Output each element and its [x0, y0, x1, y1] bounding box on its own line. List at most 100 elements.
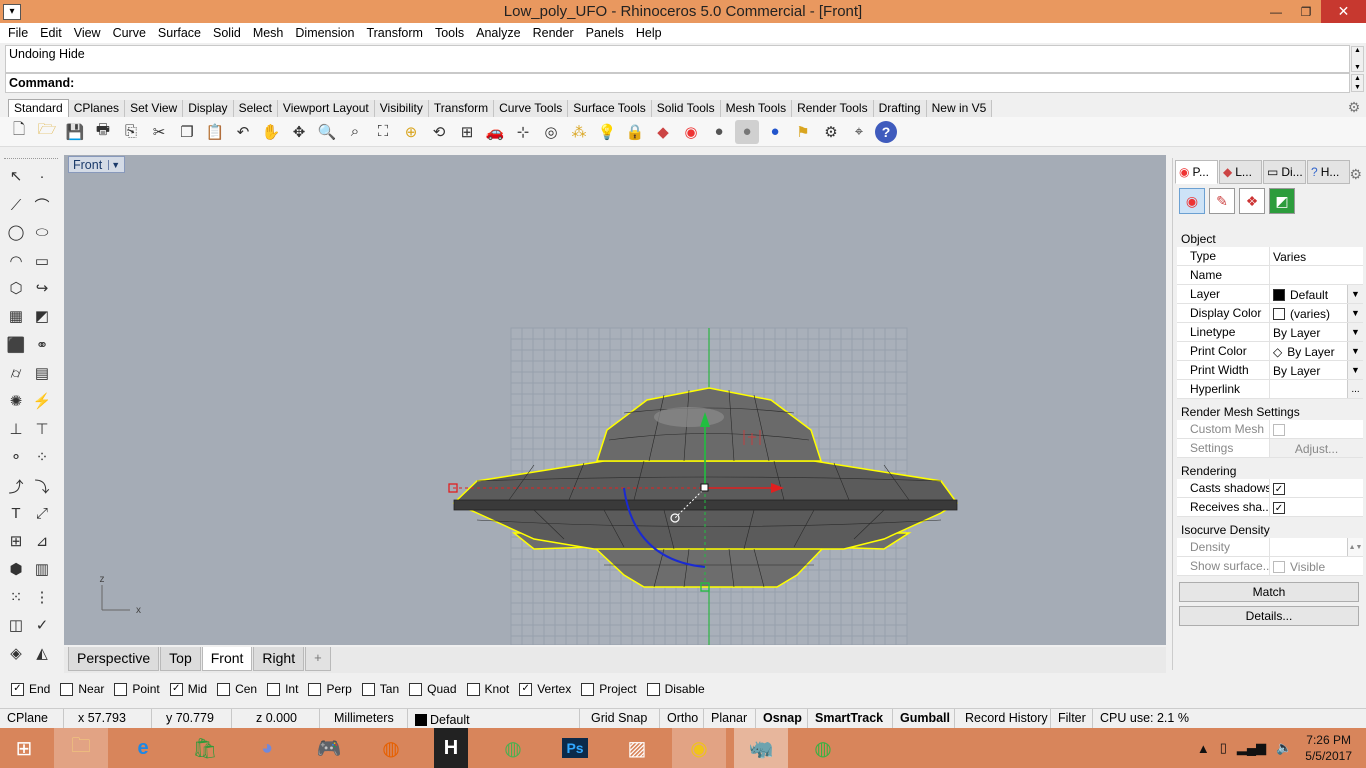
- status-grid-snap[interactable]: Grid Snap: [580, 709, 660, 728]
- zoom-extents-icon[interactable]: ⛶: [371, 120, 395, 144]
- tab-front[interactable]: Front: [201, 647, 253, 671]
- osnap-project-checkbox[interactable]: [581, 682, 595, 696]
- show-hidden-icons-icon[interactable]: ▲: [1197, 741, 1210, 756]
- copy-icon[interactable]: ❐: [175, 120, 199, 144]
- chart-app-icon[interactable]: ▨: [610, 728, 664, 768]
- viewport-menu-chevron-icon[interactable]: ▼: [108, 159, 120, 170]
- add-viewport-tab-button[interactable]: +: [305, 647, 331, 671]
- tab-transform[interactable]: Transform: [428, 100, 495, 117]
- status-units[interactable]: Millimeters: [320, 709, 408, 728]
- tab-display-panel[interactable]: ▭ Di...: [1263, 160, 1306, 184]
- twist-icon[interactable]: ⤵: [30, 474, 54, 498]
- light-bulb-icon[interactable]: 💡: [595, 120, 619, 144]
- minimize-button[interactable]: —: [1261, 0, 1291, 23]
- osnap-disable[interactable]: Disable: [646, 682, 705, 696]
- spinner-arrows-icon[interactable]: ▲▼: [1347, 538, 1363, 556]
- rhino-app-icon[interactable]: ▾: [3, 3, 21, 20]
- tab-perspective[interactable]: Perspective: [68, 647, 160, 671]
- dimension-icon[interactable]: ⤢: [30, 501, 54, 525]
- render-icon[interactable]: ◈: [4, 641, 28, 665]
- osnap-knot[interactable]: Knot: [466, 682, 509, 696]
- h-app-icon[interactable]: H: [434, 728, 468, 768]
- arc-icon[interactable]: ◠: [4, 249, 28, 273]
- menu-dimension[interactable]: Dimension: [289, 23, 360, 43]
- receives-shadows-checkbox[interactable]: ✓: [1273, 502, 1285, 514]
- tab-render-tools[interactable]: Render Tools: [792, 100, 874, 117]
- tab-curve-tools[interactable]: Curve Tools: [494, 100, 569, 117]
- help-icon[interactable]: ?: [875, 120, 897, 143]
- chrome-icon[interactable]: ◉: [672, 728, 726, 768]
- polyline-icon[interactable]: ⟋: [4, 193, 28, 217]
- rotate-view-icon[interactable]: ✥: [287, 120, 311, 144]
- osnap-point[interactable]: Point: [114, 682, 160, 696]
- four-viewports-icon[interactable]: ⊞: [455, 120, 479, 144]
- menu-mesh[interactable]: Mesh: [247, 23, 290, 43]
- custom-mesh-checkbox[interactable]: [1273, 424, 1285, 436]
- trim-icon[interactable]: ⊥: [4, 417, 28, 441]
- car-icon[interactable]: 🚗: [483, 120, 507, 144]
- linetype-select[interactable]: By Layer ▼: [1269, 323, 1363, 341]
- osnap-near-checkbox[interactable]: [60, 682, 74, 696]
- render-sphere-icon[interactable]: ●: [707, 120, 731, 144]
- tab-top[interactable]: Top: [160, 647, 201, 671]
- close-button[interactable]: ✕: [1321, 0, 1366, 23]
- status-record-history[interactable]: Record History: [955, 709, 1051, 728]
- menu-tools[interactable]: Tools: [429, 23, 470, 43]
- tab-visibility[interactable]: Visibility: [374, 100, 429, 117]
- osnap-tan[interactable]: Tan: [361, 682, 399, 696]
- history-icon[interactable]: ⋮: [30, 585, 54, 609]
- tab-help-panel[interactable]: ? H...: [1307, 160, 1350, 184]
- texture-mapping-icon[interactable]: ◩: [1269, 188, 1295, 214]
- osnap-icon[interactable]: ⊹: [511, 120, 535, 144]
- lights-icon[interactable]: ✺: [4, 389, 28, 413]
- status-ortho[interactable]: Ortho: [660, 709, 704, 728]
- store-icon[interactable]: 🛍: [178, 728, 232, 768]
- casts-shadows-checkbox[interactable]: ✓: [1273, 483, 1285, 495]
- discord-icon[interactable]: ◕: [240, 728, 294, 768]
- osnap-perp[interactable]: Perp: [308, 682, 352, 696]
- visible-checkbox[interactable]: [1273, 561, 1285, 573]
- osnap-vertex-checkbox[interactable]: ✓: [519, 682, 533, 696]
- file-explorer-icon[interactable]: 🗀: [54, 728, 108, 768]
- status-osnap[interactable]: Osnap: [756, 709, 808, 728]
- rectangle-icon[interactable]: ▭: [30, 249, 54, 273]
- menu-panels[interactable]: Panels: [580, 23, 630, 43]
- status-cplane[interactable]: CPlane: [0, 709, 64, 728]
- chevron-down-icon[interactable]: ▼: [1347, 285, 1363, 303]
- menu-solid[interactable]: Solid: [207, 23, 247, 43]
- osnap-knot-checkbox[interactable]: [466, 682, 480, 696]
- array-icon[interactable]: ⊞: [4, 529, 28, 553]
- undo-icon[interactable]: ↶: [231, 120, 255, 144]
- osnap-mid-checkbox[interactable]: ✓: [169, 682, 183, 696]
- command-scrollbar[interactable]: ▲ ▼: [1351, 74, 1364, 92]
- menu-render[interactable]: Render: [527, 23, 580, 43]
- menu-edit[interactable]: Edit: [34, 23, 68, 43]
- menu-curve[interactable]: Curve: [107, 23, 152, 43]
- hyperlink-field[interactable]: ...: [1269, 380, 1363, 398]
- check-icon[interactable]: ✓: [30, 613, 54, 637]
- polygon-icon[interactable]: ⬡: [4, 276, 28, 300]
- cylinder-icon[interactable]: ⌭: [4, 361, 28, 385]
- options-gear-icon[interactable]: ⚙: [819, 120, 843, 144]
- tab-drafting[interactable]: Drafting: [873, 100, 927, 117]
- tab-cplanes[interactable]: CPlanes: [68, 100, 126, 117]
- osnap-cen[interactable]: Cen: [217, 682, 257, 696]
- front-viewport[interactable]: z x: [64, 155, 1166, 645]
- rhino-icon[interactable]: 🦏: [734, 728, 788, 768]
- ellipse-icon[interactable]: ⬭: [30, 220, 54, 244]
- paste-icon[interactable]: 📋: [203, 120, 227, 144]
- photoshop-icon[interactable]: Ps: [548, 728, 602, 768]
- osnap-end-checkbox[interactable]: ✓: [11, 682, 24, 696]
- zoom-window-icon[interactable]: ⌕: [343, 120, 367, 144]
- fillet-curve-icon[interactable]: ↪: [30, 276, 54, 300]
- lightning-icon[interactable]: ⚡: [30, 389, 54, 413]
- menu-surface[interactable]: Surface: [152, 23, 207, 43]
- curve-icon[interactable]: ⌒: [30, 193, 54, 217]
- new-icon[interactable]: 🗋: [7, 120, 31, 144]
- osnap-mid[interactable]: ✓ Mid: [169, 682, 207, 696]
- print-color-select[interactable]: ◇ By Layer ▼: [1269, 342, 1363, 360]
- lock-icon[interactable]: 🔒: [623, 120, 647, 144]
- gumball-center[interactable]: [700, 483, 709, 492]
- surface-icon[interactable]: ▦: [4, 304, 28, 328]
- zoom-selected-icon[interactable]: ⊕: [399, 120, 423, 144]
